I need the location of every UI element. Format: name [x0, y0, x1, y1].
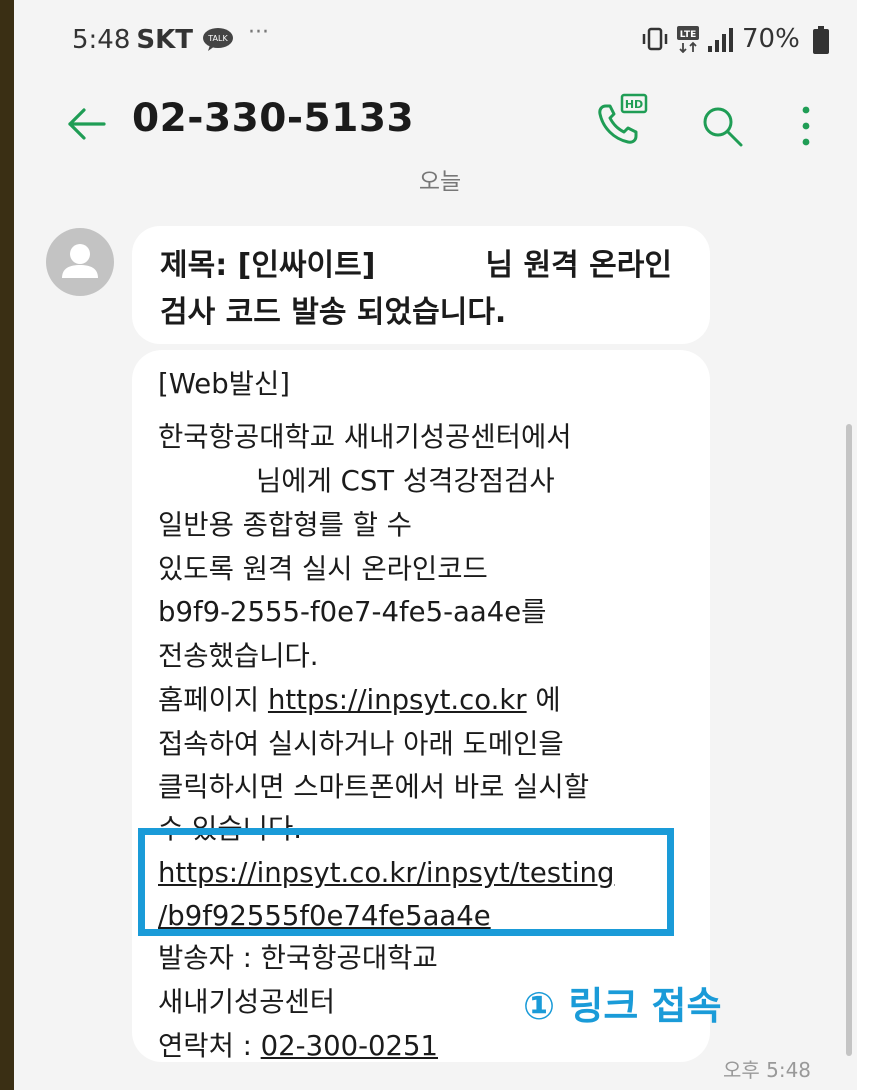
body-message-bubble[interactable]: [Web발신] 한국항공대학교 새내기성공센터에서 님에게 CST 성격강점검사… [132, 350, 710, 1062]
hd-badge-text: HD [625, 98, 643, 111]
body-line-sent: 전송했습니다. [158, 640, 319, 672]
right-frame-edge [857, 0, 871, 1090]
body-line-remote: 있도록 원격 실시 온라인코드 [158, 553, 488, 585]
contact-phone-link[interactable]: 02-300-0251 [261, 1030, 438, 1062]
subject-line1-prefix: 제목: [인싸이트] [160, 248, 376, 283]
homepage-suffix: 에 [535, 684, 561, 716]
talk-badge-text: TALK [207, 34, 228, 43]
redacted-name-box [390, 236, 482, 284]
annotation-link-access: ① 링크 접속 [523, 984, 722, 1028]
subject-line1-suffix: 님 원격 온라인 [485, 248, 672, 283]
status-bar-clock: 5:48 SKT [72, 25, 193, 55]
body-line-center: 한국항공대학교 새내기성공센터에서 [158, 421, 572, 453]
person-icon [62, 244, 98, 278]
notification-overflow-dots: ··· [248, 20, 269, 45]
search-icon[interactable] [700, 104, 744, 148]
back-arrow-icon[interactable] [64, 104, 108, 144]
body-line-sender-dept: 새내기성공센터 [158, 986, 336, 1018]
lte-icon: LTE [677, 26, 699, 53]
body-line-code: b9f9-2555-f0e7-4fe5-aa4e를 [158, 596, 547, 628]
kakaotalk-icon: TALK [203, 28, 233, 51]
vibrate-icon [642, 27, 668, 51]
body-line-test-name: 님에게 CST 성격강점검사 [256, 465, 555, 497]
redacted-name-box-body [144, 458, 250, 498]
message-timestamp: 오후 5:48 [722, 1058, 812, 1082]
conversation-title: 02-330-5133 [132, 96, 415, 141]
status-time-text: 5:48 [72, 25, 131, 55]
link-highlight-box [138, 828, 674, 936]
homepage-label: 홈페이지 [158, 684, 260, 716]
body-line-type: 일반용 종합형를 할 수 [158, 509, 412, 541]
battery-icon [813, 26, 829, 54]
scrollbar[interactable] [846, 424, 852, 1056]
homepage-link[interactable]: https://inpsyt.co.kr [268, 684, 527, 716]
signal-strength-icon [708, 28, 733, 52]
status-carrier: SKT [136, 25, 193, 55]
contact-label: 연락처 : [158, 1030, 252, 1062]
body-line-homepage: 홈페이지 https://inpsyt.co.kr 에 [158, 681, 561, 719]
more-options-icon[interactable] [796, 104, 816, 148]
body-line-access: 접속하여 실시하거나 아래 도메인을 [158, 728, 564, 760]
subject-line2: 검사 코드 발송 되었습니다. [160, 295, 507, 330]
left-frame-edge [0, 0, 14, 1090]
body-line-click: 클릭하시면 스마트폰에서 바로 실시할 [158, 771, 590, 803]
contact-avatar[interactable] [46, 228, 114, 296]
hd-voice-call-icon[interactable]: HD [592, 92, 650, 148]
body-line-sender: 발송자 : 한국항공대학교 [158, 942, 438, 974]
body-line-web: [Web발신] [158, 368, 291, 400]
battery-percentage: 70% [742, 24, 800, 54]
lte-text: LTE [680, 30, 697, 40]
date-separator: 오늘 [418, 169, 462, 195]
body-line-contact: 연락처 : 02-300-0251 [158, 1027, 438, 1065]
